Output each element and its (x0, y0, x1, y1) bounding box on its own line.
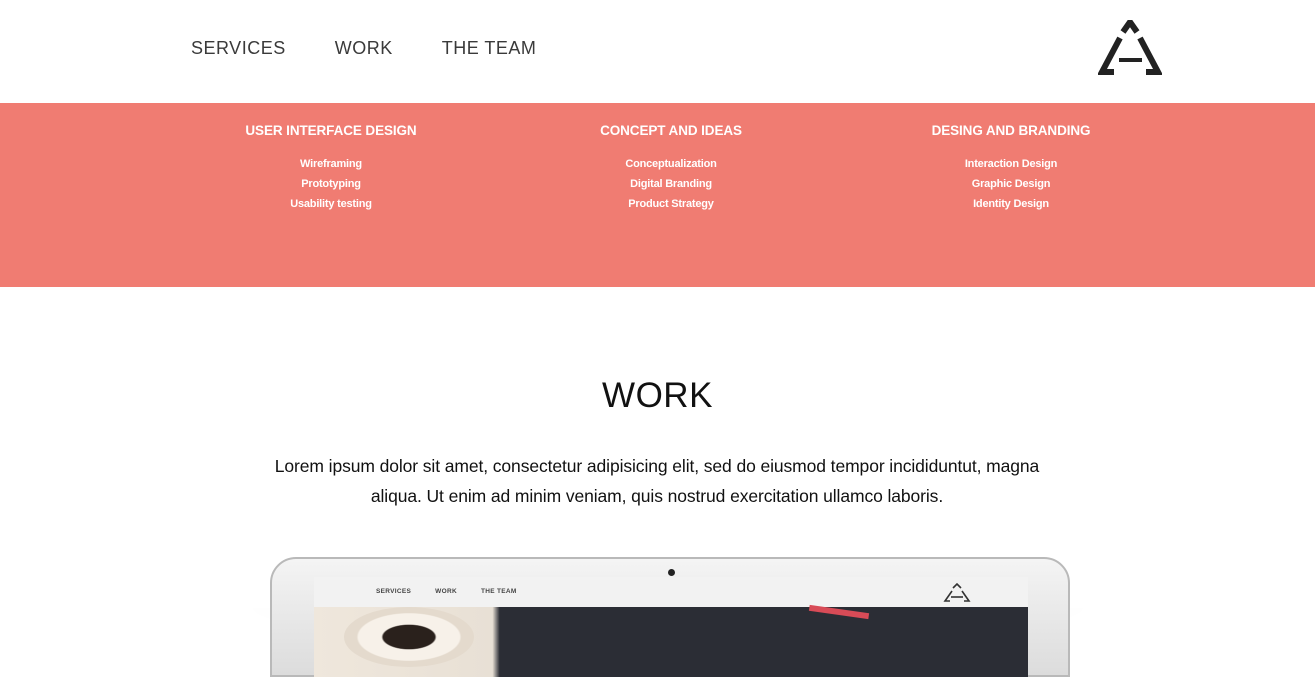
coffee-cup-image (344, 607, 474, 667)
nav-link-work[interactable]: WORK (335, 36, 393, 60)
service-title: CONCEPT AND IDEAS (600, 123, 742, 138)
work-description: Lorem ipsum dolor sit amet, consectetur … (274, 456, 1040, 506)
mockup-screen: SERVICES WORK THE TEAM (314, 577, 1028, 677)
service-title: USER INTERFACE DESIGN (245, 123, 417, 138)
mockup-nav-link: THE TEAM (480, 588, 517, 595)
services-band: USER INTERFACE DESIGN Wireframing Protot… (0, 103, 1315, 287)
service-item[interactable]: Prototyping (161, 174, 501, 194)
service-item[interactable]: Digital Branding (501, 174, 841, 194)
laptop-mockup: SERVICES WORK THE TEAM (270, 557, 1070, 677)
mockup-nav: SERVICES WORK THE TEAM (376, 588, 541, 595)
service-column-ui-design: USER INTERFACE DESIGN Wireframing Protot… (161, 122, 501, 214)
mockup-nav-link: SERVICES (376, 588, 412, 595)
mockup-header: SERVICES WORK THE TEAM (314, 577, 1028, 607)
site-header: SERVICES WORK THE TEAM (0, 0, 1315, 103)
service-column-branding: DESING AND BRANDING Interaction Design G… (841, 122, 1181, 214)
nav-link-services[interactable]: SERVICES (191, 36, 286, 60)
service-item[interactable]: Usability testing (161, 194, 501, 214)
service-item[interactable]: Product Strategy (501, 194, 841, 214)
nav-link-the-team[interactable]: THE TEAM (442, 36, 537, 60)
triangle-logo-icon[interactable] (1098, 20, 1162, 76)
service-item[interactable]: Graphic Design (841, 174, 1181, 194)
work-section-title: WORK (602, 376, 713, 415)
service-item[interactable]: Interaction Design (841, 154, 1181, 174)
mockup-nav-link: WORK (435, 588, 457, 595)
triangle-logo-icon (943, 583, 971, 602)
service-item[interactable]: Wireframing (161, 154, 501, 174)
camera-icon (668, 569, 675, 576)
service-title: DESING AND BRANDING (931, 123, 1091, 138)
service-column-concept: CONCEPT AND IDEAS Conceptualization Digi… (501, 122, 841, 214)
main-nav: SERVICES WORK THE TEAM (191, 36, 585, 60)
service-item[interactable]: Identity Design (841, 194, 1181, 214)
service-item[interactable]: Conceptualization (501, 154, 841, 174)
